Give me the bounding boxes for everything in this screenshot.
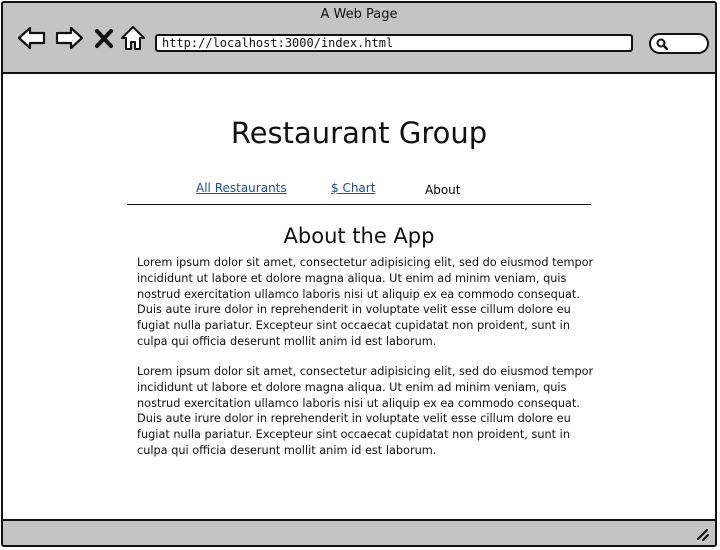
- close-icon[interactable]: [94, 25, 114, 51]
- nav-link-all-restaurants[interactable]: All Restaurants: [196, 181, 287, 195]
- home-icon[interactable]: [120, 25, 146, 51]
- resize-grip-icon[interactable]: [695, 527, 709, 541]
- about-paragraph: Lorem ipsum dolor sit amet, consectetur …: [137, 365, 594, 457]
- about-paragraph: Lorem ipsum dolor sit amet, consectetur …: [137, 256, 594, 348]
- url-bar[interactable]: http://localhost:3000/index.html: [155, 34, 633, 52]
- back-arrow-icon[interactable]: [17, 25, 47, 51]
- nav-link-chart[interactable]: $ Chart: [331, 181, 375, 195]
- site-nav: All Restaurants $ Chart About: [3, 179, 715, 203]
- browser-toolbar: A Web Page http://localhost:3000/index.h…: [3, 3, 715, 74]
- forward-arrow-icon[interactable]: [54, 25, 84, 51]
- nav-item-about: About: [425, 183, 461, 197]
- browser-window: A Web Page http://localhost:3000/index.h…: [1, 1, 717, 547]
- search-icon: [656, 38, 668, 50]
- section-title: About the App: [283, 224, 435, 248]
- status-bar: [3, 519, 715, 545]
- window-title: A Web Page: [320, 7, 398, 22]
- search-box[interactable]: [649, 33, 709, 54]
- page-content: Restaurant Group All Restaurants $ Chart…: [3, 74, 715, 521]
- nav-divider: [127, 204, 591, 205]
- page-title: Restaurant Group: [230, 116, 488, 150]
